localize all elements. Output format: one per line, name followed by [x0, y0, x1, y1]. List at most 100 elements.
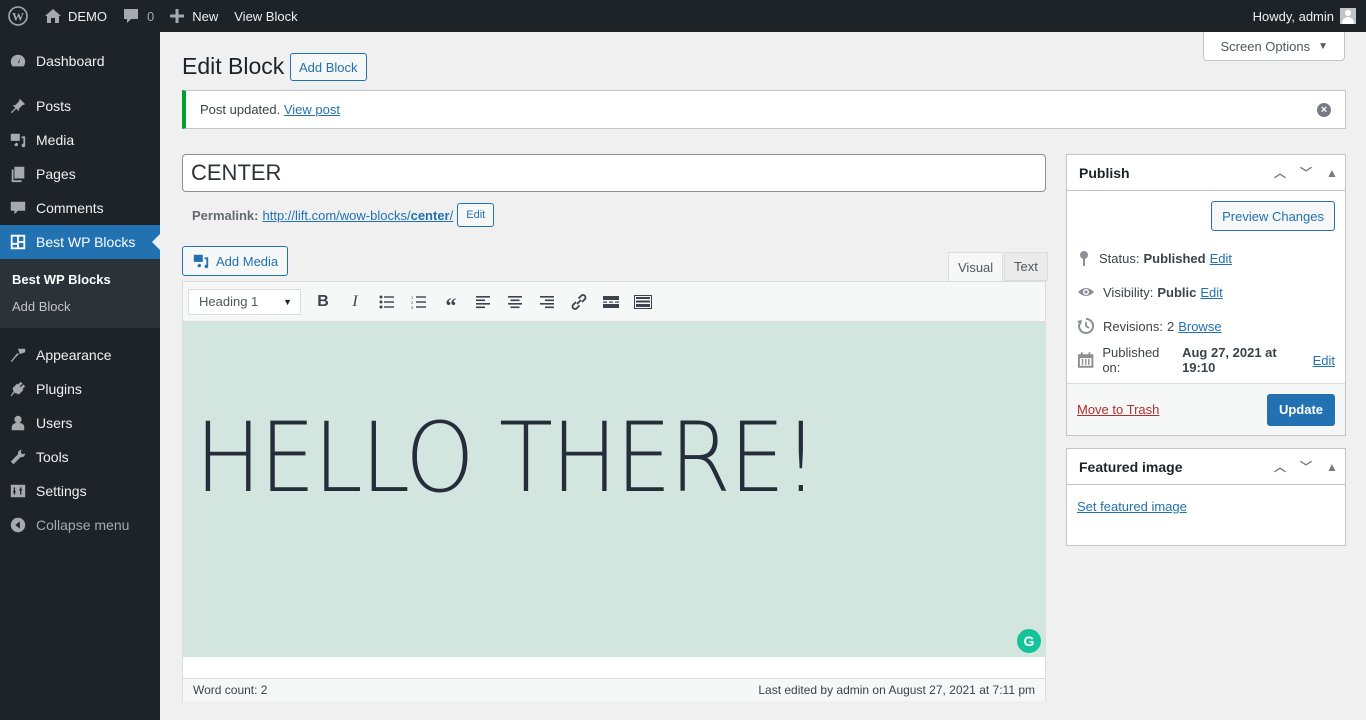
insert-link-button[interactable]	[563, 287, 595, 317]
align-center-button[interactable]	[499, 287, 531, 317]
permalink-edit-button[interactable]: Edit	[457, 203, 495, 227]
align-left-icon	[476, 295, 490, 308]
account-menu[interactable]: Howdy, admin	[1245, 0, 1366, 32]
toggle-panel-icon[interactable]: ▲	[1319, 460, 1345, 474]
grammarly-icon[interactable]: G	[1017, 629, 1041, 653]
move-down-icon[interactable]: ﹀	[1293, 458, 1319, 475]
status-value: Published	[1143, 250, 1206, 266]
update-button[interactable]: Update	[1266, 393, 1335, 426]
permalink-slug: center	[410, 207, 450, 223]
sidebar-item-tools[interactable]: Tools	[0, 440, 160, 474]
format-value: Heading 1	[199, 294, 259, 309]
published-on-row: Published on: Aug 27, 2021 at 19:10 Edit	[1077, 343, 1335, 377]
set-featured-image-link[interactable]: Set featured image	[1077, 499, 1187, 514]
bold-icon: B	[317, 292, 329, 310]
dismiss-icon[interactable]: ×	[1317, 103, 1331, 117]
screen-options-button[interactable]: Screen Options ▼	[1203, 32, 1345, 61]
preview-changes-button[interactable]: Preview Changes	[1211, 201, 1335, 231]
published-edit-link[interactable]: Edit	[1313, 353, 1335, 368]
sidebar-item-users[interactable]: Users	[0, 406, 160, 440]
move-up-icon[interactable]: ︿	[1267, 458, 1293, 475]
comments-link[interactable]: 0	[115, 0, 162, 32]
toggle-panel-icon[interactable]: ▲	[1319, 166, 1345, 180]
bullet-list-icon	[379, 295, 394, 308]
svg-text:3: 3	[411, 305, 414, 309]
add-media-button[interactable]: Add Media	[182, 246, 289, 276]
tab-visual[interactable]: Visual	[948, 252, 1004, 282]
page-title: Edit Block	[182, 53, 285, 79]
browse-revisions-link[interactable]: Browse	[1178, 319, 1221, 334]
submenu-item-best-wp-blocks[interactable]: Best WP Blocks	[0, 266, 160, 293]
blockquote-button[interactable]: “	[435, 287, 467, 317]
numbered-list-button[interactable]: 123	[403, 287, 435, 317]
read-more-icon	[603, 295, 619, 308]
align-left-button[interactable]	[467, 287, 499, 317]
publish-box: Publish ︿ ﹀ ▲ Preview Changes Status: Pub…	[1066, 154, 1346, 436]
featured-image-header[interactable]: Featured image ︿ ﹀ ▲	[1067, 449, 1345, 485]
screen-options-label: Screen Options	[1220, 38, 1311, 54]
media-icon	[8, 130, 28, 150]
italic-button[interactable]: I	[339, 287, 371, 317]
visibility-edit-link[interactable]: Edit	[1200, 285, 1222, 300]
sidebar-item-pages[interactable]: Pages	[0, 157, 160, 191]
collapse-menu-button[interactable]: Collapse menu	[0, 508, 160, 542]
editor-canvas[interactable]: HELLO THERE! G	[183, 322, 1045, 657]
move-to-trash-link[interactable]: Move to Trash	[1077, 402, 1159, 417]
sidebar-item-posts[interactable]: Posts	[0, 89, 160, 123]
sidebar-item-dashboard[interactable]: Dashboard	[0, 44, 160, 78]
tab-text[interactable]: Text	[1004, 252, 1048, 281]
move-up-icon[interactable]: ︿	[1267, 164, 1293, 181]
wp-logo-button[interactable]: W	[0, 0, 36, 32]
collapse-icon	[8, 515, 28, 535]
collapse-label: Collapse menu	[36, 517, 130, 533]
content-heading[interactable]: HELLO THERE!	[195, 402, 819, 514]
wordpress-icon: W	[8, 6, 28, 26]
featured-image-box: Featured image ︿ ﹀ ▲ Set featured image	[1066, 448, 1346, 546]
read-more-button[interactable]	[595, 287, 627, 317]
sidebar-item-media[interactable]: Media	[0, 123, 160, 157]
site-name: DEMO	[68, 8, 107, 24]
avatar	[1340, 8, 1356, 24]
pin-icon	[8, 96, 28, 116]
wrench-icon	[8, 447, 28, 467]
align-right-button[interactable]	[531, 287, 563, 317]
publish-box-header[interactable]: Publish ︿ ﹀ ▲	[1067, 155, 1345, 191]
home-icon	[45, 9, 61, 23]
format-select[interactable]: Heading 1 ▼	[188, 288, 301, 315]
view-block-link[interactable]: View Block	[226, 0, 305, 32]
permalink-link[interactable]: http://lift.com/wow-blocks/center/	[262, 208, 453, 223]
site-name-link[interactable]: DEMO	[36, 0, 115, 32]
comment-icon	[8, 198, 28, 218]
submenu: Best WP Blocks Add Block	[0, 259, 160, 328]
post-title-input[interactable]: CENTER	[182, 154, 1046, 192]
revisions-value: 2	[1166, 318, 1175, 334]
sidebar-item-comments[interactable]: Comments	[0, 191, 160, 225]
sidebar-item-appearance[interactable]: Appearance	[0, 338, 160, 372]
link-icon	[571, 293, 587, 310]
sidebar-item-best-wp-blocks[interactable]: Best WP Blocks	[0, 225, 160, 259]
status-edit-link[interactable]: Edit	[1210, 251, 1232, 266]
permalink-base: http://lift.com/wow-blocks/	[262, 207, 411, 223]
sidebar-item-settings[interactable]: Settings	[0, 474, 160, 508]
sidebar-label: Dashboard	[36, 53, 105, 69]
comment-icon	[124, 9, 138, 23]
bullet-list-button[interactable]	[371, 287, 403, 317]
success-notice: Post updated. View post ×	[182, 90, 1346, 129]
quote-icon: “	[445, 292, 457, 318]
view-post-link[interactable]: View post	[284, 102, 340, 117]
bold-button[interactable]: B	[307, 287, 339, 317]
keyboard-icon	[634, 294, 652, 309]
editor-resize-area	[183, 657, 1045, 679]
comments-count: 0	[147, 8, 155, 24]
sidebar-label: Best WP Blocks	[36, 234, 136, 250]
brush-icon	[8, 345, 28, 365]
toolbar-toggle-button[interactable]	[627, 287, 659, 317]
add-block-button[interactable]: Add Block	[290, 53, 367, 81]
move-down-icon[interactable]: ﹀	[1293, 164, 1319, 181]
sidebar-item-plugins[interactable]: Plugins	[0, 372, 160, 406]
submenu-item-add-block[interactable]: Add Block	[0, 293, 160, 320]
eye-icon	[1078, 288, 1094, 296]
new-content-link[interactable]: New	[162, 0, 226, 32]
sidebar-label: Appearance	[36, 347, 112, 363]
plug-icon	[8, 379, 28, 399]
